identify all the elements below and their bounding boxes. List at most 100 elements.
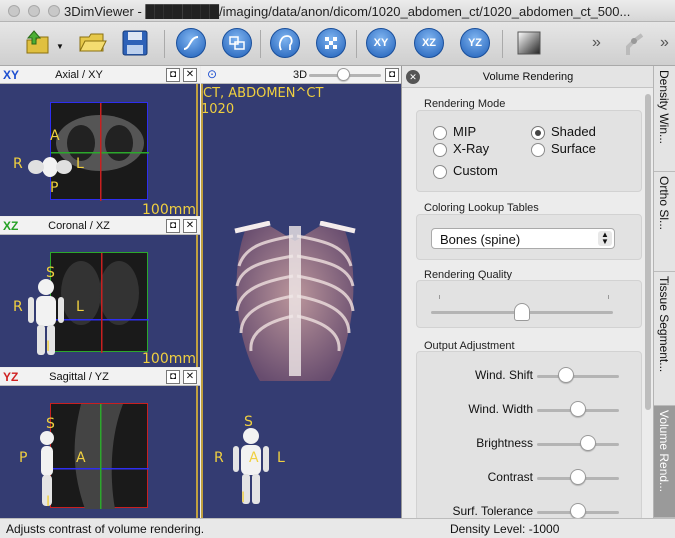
wind-shift-slider-track[interactable] <box>537 375 619 378</box>
axial-view-header: XY Axial / XY ◘ ✕ <box>0 66 200 84</box>
tab-volume-rendering[interactable]: Volume Rend... <box>654 406 675 518</box>
window-level-button[interactable] <box>514 28 544 58</box>
radio-mip-label[interactable]: MIP <box>453 124 476 139</box>
screenshot-camera-icon[interactable]: ◘ <box>166 68 180 82</box>
radio-custom-label[interactable]: Custom <box>453 163 498 178</box>
radio-surface[interactable] <box>531 143 545 157</box>
panel-scrollbar[interactable] <box>644 90 652 516</box>
chevron-down-icon[interactable]: ▼ <box>56 42 64 51</box>
view-yz-button[interactable]: YZ <box>460 28 490 58</box>
wind-width-slider-knob[interactable] <box>570 401 586 417</box>
radio-custom[interactable] <box>433 165 447 179</box>
label-inferior: I <box>46 339 51 355</box>
label-inferior: I <box>46 494 51 510</box>
screenshot-camera-icon[interactable]: ◘ <box>385 68 399 82</box>
brightness-slider-knob[interactable] <box>579 435 596 451</box>
checker-view-button[interactable] <box>316 28 346 58</box>
label-left: L <box>277 450 285 466</box>
tab-density-window[interactable]: Density Win... <box>654 66 675 172</box>
tab-tissue-segmentation[interactable]: Tissue Segment... <box>654 272 675 406</box>
label-posterior: P <box>19 450 28 466</box>
rendering-mode-group: MIP Shaded X-Ray Surface Custom <box>416 110 642 192</box>
panel-header: ✕ Volume Rendering <box>402 66 654 88</box>
toolbar-separator <box>260 30 261 58</box>
contrast-slider-knob[interactable] <box>570 469 586 485</box>
lut-select[interactable]: Bones (spine) ▲ ▼ <box>431 228 615 249</box>
radio-surface-label[interactable]: Surface <box>551 141 596 156</box>
density-curve-button[interactable] <box>176 28 206 58</box>
updown-arrows-icon: ▲ ▼ <box>598 231 612 246</box>
orientation-head-icon[interactable]: ⊙ <box>207 67 217 81</box>
lut-select-value: Bones (spine) <box>440 232 521 247</box>
panel-title: Volume Rendering <box>482 71 574 83</box>
label-posterior: P <box>50 180 59 196</box>
minimize-window-button[interactable] <box>28 5 40 17</box>
surf-tolerance-slider-knob[interactable] <box>570 503 586 519</box>
3d-view-header: ⊙ 3D ◘ <box>201 66 401 84</box>
close-view-icon[interactable]: ✕ <box>183 370 197 384</box>
radio-xray-label[interactable]: X-Ray <box>453 141 489 156</box>
close-view-icon[interactable]: ✕ <box>183 68 197 82</box>
title-bar: 3DimViewer - ████████/imaging/data/anon/… <box>0 0 675 22</box>
label-right: R <box>214 450 224 466</box>
zoom-window-button[interactable] <box>48 5 60 17</box>
arm-tool-button[interactable] <box>620 28 650 58</box>
wind-shift-slider-knob[interactable] <box>557 367 574 383</box>
view-xz-button[interactable]: XZ <box>414 28 444 58</box>
radio-shaded[interactable] <box>531 126 545 140</box>
sagittal-view-header: YZ Sagittal / YZ ◘ ✕ <box>0 368 200 386</box>
toolbar-separator <box>164 30 165 58</box>
windows-icon <box>229 36 245 50</box>
radio-xray[interactable] <box>433 143 447 157</box>
output-adjustment-group: Wind. Shift Wind. Width Brightness Contr… <box>416 351 642 521</box>
coronal-view[interactable]: XZ Coronal / XZ ◘ ✕ S R L I 100mm <box>0 217 200 367</box>
sagittal-view[interactable]: YZ Sagittal / YZ ◘ ✕ S P A I <box>0 368 200 518</box>
lut-group: Bones (spine) ▲ ▼ <box>416 214 642 260</box>
label-superior: S <box>46 265 55 281</box>
quality-slider-knob[interactable] <box>514 303 530 321</box>
load-data-button[interactable] <box>24 28 54 58</box>
panel-scrollbar-thumb[interactable] <box>645 94 651 410</box>
model-view-button[interactable] <box>270 28 300 58</box>
axial-view[interactable]: XY Axial / XY ◘ ✕ A R L P 100mm <box>0 66 200 216</box>
volume-rendering-panel: ✕ Volume Rendering Rendering Mode MIP Sh… <box>401 66 654 521</box>
radio-shaded-label[interactable]: Shaded <box>551 124 596 139</box>
label-inferior: I <box>241 490 246 506</box>
contrast-label: Contrast <box>487 470 533 484</box>
views-layout-button[interactable] <box>222 28 252 58</box>
folder-up-arrow-icon <box>26 30 49 54</box>
volume-3d-view[interactable]: ⊙ 3D ◘ CT, ABDOMEN^CT 1020 S R A L I <box>201 66 401 518</box>
open-folder-button[interactable] <box>78 28 108 58</box>
curve-icon <box>183 36 199 50</box>
label-superior: S <box>244 414 253 430</box>
label-anterior: A <box>249 450 259 466</box>
lut-label: Coloring Lookup Tables <box>424 202 539 214</box>
brightness-label: Brightness <box>476 436 533 450</box>
wind-width-label: Wind. Width <box>468 402 533 416</box>
window-title: 3DimViewer - ████████/imaging/data/anon/… <box>64 4 631 19</box>
label-left: L <box>76 299 84 315</box>
label-right: R <box>13 299 23 315</box>
tab-label: Volume Rend... <box>657 410 671 493</box>
view-xy-button[interactable]: XY <box>366 28 396 58</box>
tab-ortho-slices[interactable]: Ortho Sl... <box>654 172 675 272</box>
label-left: L <box>76 156 84 172</box>
density-level-readout: Density Level: -1000 <box>450 522 560 536</box>
toolbar-overflow-button-2[interactable]: » <box>660 34 669 52</box>
screenshot-camera-icon[interactable]: ◘ <box>166 370 180 384</box>
scale-bar <box>196 84 198 216</box>
label-superior: S <box>46 416 55 432</box>
close-window-button[interactable] <box>8 5 20 17</box>
toolbar-overflow-button[interactable]: » <box>592 34 601 52</box>
save-button[interactable] <box>120 28 150 58</box>
floppy-disk-icon <box>122 30 148 56</box>
3d-zoom-slider-knob[interactable] <box>337 68 350 81</box>
screenshot-camera-icon[interactable]: ◘ <box>166 219 180 233</box>
radio-mip[interactable] <box>433 126 447 140</box>
body-orientation-figure <box>231 426 271 509</box>
close-view-icon[interactable]: ✕ <box>183 219 197 233</box>
scale-bar <box>201 84 203 518</box>
brightness-slider-track[interactable] <box>537 443 619 446</box>
toolbar-separator <box>502 30 503 58</box>
head-profile-icon <box>278 35 293 51</box>
